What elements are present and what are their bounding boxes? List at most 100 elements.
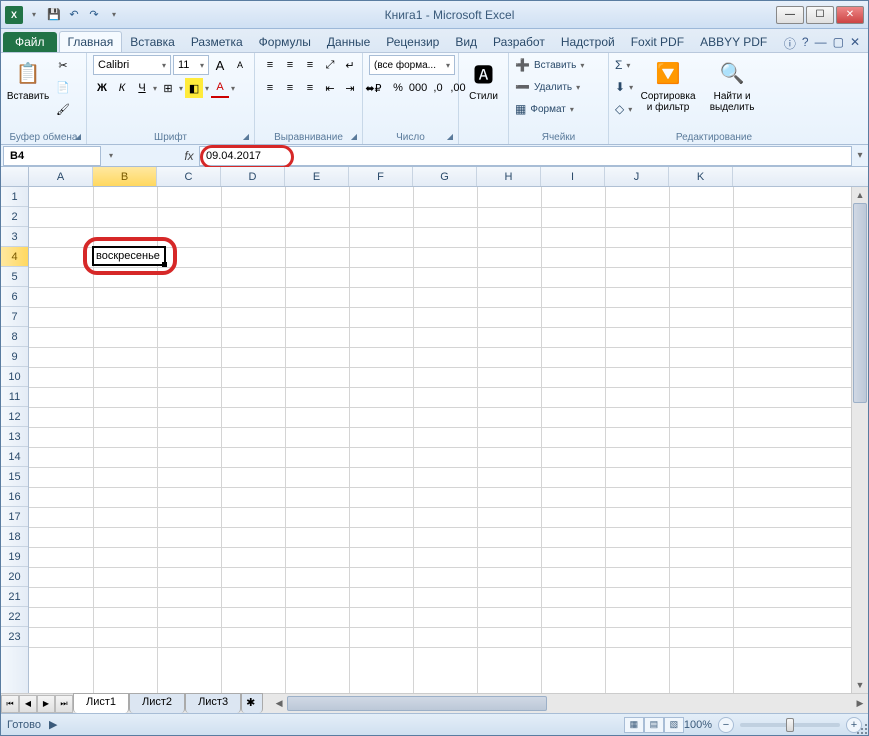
shrink-font-button[interactable]: A [231, 55, 249, 75]
number-launcher-icon[interactable]: ◢ [444, 130, 456, 142]
horizontal-scrollbar[interactable]: ◀ ▶ [271, 694, 868, 713]
tab-insert[interactable]: Вставка [122, 32, 183, 52]
close-button[interactable]: ✕ [836, 6, 864, 24]
clear-button[interactable]: ◇▾ [615, 99, 633, 119]
sheet-tab[interactable]: Лист3 [185, 693, 241, 713]
row-header[interactable]: 18 [1, 527, 28, 547]
minimize-ribbon-icon[interactable]: ⓘ [784, 35, 796, 52]
row-header[interactable]: 4 [1, 247, 28, 267]
doc-close-icon[interactable]: ✕ [850, 35, 860, 52]
row-header[interactable]: 9 [1, 347, 28, 367]
zoom-out-button[interactable]: − [718, 717, 734, 733]
tab-data[interactable]: Данные [319, 32, 378, 52]
clipboard-launcher-icon[interactable]: ◢ [72, 130, 84, 142]
scroll-up-icon[interactable]: ▲ [852, 187, 868, 203]
page-break-view-button[interactable]: ▧ [664, 717, 684, 733]
sheet-nav-prev[interactable]: ◀ [19, 695, 37, 713]
orientation-button[interactable]: ⤢ [321, 55, 339, 75]
formula-bar-expand-icon[interactable]: ▾ [852, 150, 868, 161]
sort-filter-button[interactable]: 🔽 Сортировка и фильтр [637, 55, 699, 115]
doc-minimize-icon[interactable]: — [815, 35, 827, 52]
hscroll-thumb[interactable] [287, 696, 547, 711]
font-color-dropdown-icon[interactable]: ▾ [231, 84, 235, 93]
formula-input[interactable]: 09.04.2017 [199, 146, 852, 166]
insert-cells-button[interactable]: ➕Вставить▾ [515, 55, 584, 75]
row-header[interactable]: 23 [1, 627, 28, 647]
col-header-j[interactable]: J [605, 167, 669, 186]
name-box-dropdown-icon[interactable]: ▾ [103, 151, 119, 160]
macro-record-icon[interactable]: ▶ [49, 718, 57, 731]
increase-indent-button[interactable]: ⇥ [341, 78, 359, 98]
row-header[interactable]: 13 [1, 427, 28, 447]
col-header-g[interactable]: G [413, 167, 477, 186]
cells-area[interactable]: воскресенье [29, 187, 868, 693]
scroll-left-icon[interactable]: ◀ [271, 694, 287, 713]
vscroll-thumb[interactable] [853, 203, 867, 403]
sheet-tab[interactable]: Лист2 [129, 693, 185, 713]
wrap-text-button[interactable]: ↵ [341, 55, 359, 75]
bold-button[interactable]: Ж [93, 78, 111, 98]
align-center-button[interactable]: ≡ [281, 78, 299, 98]
row-header[interactable]: 22 [1, 607, 28, 627]
zoom-level[interactable]: 100% [684, 719, 712, 731]
align-middle-button[interactable]: ≡ [281, 55, 299, 75]
fill-color-button[interactable]: ◧ [185, 78, 203, 98]
row-header[interactable]: 2 [1, 207, 28, 227]
tab-abbyy[interactable]: ABBYY PDF [692, 32, 775, 52]
col-header-e[interactable]: E [285, 167, 349, 186]
maximize-button[interactable]: ☐ [806, 6, 834, 24]
row-header[interactable]: 12 [1, 407, 28, 427]
active-cell[interactable]: воскресенье [92, 246, 166, 266]
sheet-nav-first[interactable]: ⏮ [1, 695, 19, 713]
fill-handle[interactable] [162, 262, 167, 267]
tab-developer[interactable]: Разработ [485, 32, 553, 52]
zoom-slider[interactable] [740, 723, 840, 727]
row-header[interactable]: 10 [1, 367, 28, 387]
row-header[interactable]: 8 [1, 327, 28, 347]
row-header[interactable]: 6 [1, 287, 28, 307]
name-box[interactable]: B4 [3, 146, 101, 166]
doc-restore-icon[interactable]: ▢ [833, 35, 844, 52]
col-header-f[interactable]: F [349, 167, 413, 186]
row-header[interactable]: 15 [1, 467, 28, 487]
qat-customize-icon[interactable]: ▾ [105, 6, 123, 24]
row-header[interactable]: 16 [1, 487, 28, 507]
resize-grip-icon[interactable] [855, 722, 867, 734]
comma-button[interactable]: 000 [409, 78, 427, 98]
find-select-button[interactable]: 🔍 Найти и выделить [703, 55, 761, 115]
qat-dropdown-icon[interactable]: ▾ [25, 6, 43, 24]
minimize-button[interactable]: — [776, 6, 804, 24]
alignment-launcher-icon[interactable]: ◢ [348, 130, 360, 142]
increase-decimal-button[interactable]: ,0 [429, 78, 447, 98]
percent-button[interactable]: % [389, 78, 407, 98]
redo-icon[interactable]: ↷ [85, 6, 103, 24]
copy-button[interactable]: 📄 [53, 77, 73, 97]
help-icon[interactable]: ? [802, 35, 809, 52]
undo-icon[interactable]: ↶ [65, 6, 83, 24]
col-header-b[interactable]: B [93, 167, 157, 186]
row-header[interactable]: 19 [1, 547, 28, 567]
page-layout-view-button[interactable]: ▤ [644, 717, 664, 733]
col-header-h[interactable]: H [477, 167, 541, 186]
styles-button[interactable]: 🅰 Стили [465, 55, 502, 104]
autosum-button[interactable]: Σ▾ [615, 55, 633, 75]
col-header-d[interactable]: D [221, 167, 285, 186]
font-name-combo[interactable]: Calibri▾ [93, 55, 171, 75]
row-header[interactable]: 14 [1, 447, 28, 467]
new-sheet-button[interactable]: ✱ [241, 693, 263, 713]
col-header-i[interactable]: I [541, 167, 605, 186]
col-header-a[interactable]: A [29, 167, 93, 186]
delete-cells-button[interactable]: ➖Удалить▾ [515, 77, 580, 97]
sheet-nav-next[interactable]: ▶ [37, 695, 55, 713]
tab-addins[interactable]: Надстрой [553, 32, 623, 52]
align-right-button[interactable]: ≡ [301, 78, 319, 98]
number-format-combo[interactable]: (все форма...▾ [369, 55, 455, 75]
scroll-right-icon[interactable]: ▶ [852, 694, 868, 713]
font-launcher-icon[interactable]: ◢ [240, 130, 252, 142]
align-top-button[interactable]: ≡ [261, 55, 279, 75]
currency-button[interactable]: ₽ [369, 78, 387, 98]
sheet-tab[interactable]: Лист1 [73, 693, 129, 713]
fill-button[interactable]: ⬇▾ [615, 77, 633, 97]
decrease-indent-button[interactable]: ⇤ [321, 78, 339, 98]
row-header[interactable]: 1 [1, 187, 28, 207]
